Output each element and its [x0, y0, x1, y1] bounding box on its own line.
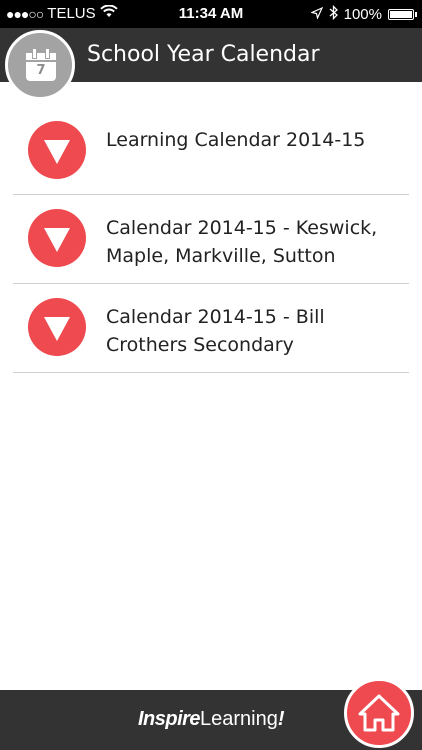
brand-bold: Inspire	[137, 708, 201, 730]
list-item-label: Calendar 2014-15 - Keswick, Maple, Markv…	[106, 214, 396, 270]
list-item-label-line: Learning Calendar 2014-15	[106, 129, 366, 151]
location-arrow-icon	[309, 6, 323, 23]
status-bar: ●●●○○ TELUS 11:34 AM 100%	[0, 0, 422, 28]
calendar-day-number: 7	[36, 63, 46, 78]
bluetooth-icon	[329, 4, 338, 24]
triangle-down-icon[interactable]	[28, 209, 86, 267]
list-item-bill-crothers-calendar[interactable]: Calendar 2014-15 - Bill Crothers Seconda…	[13, 284, 409, 373]
triangle-down-icon[interactable]	[28, 298, 86, 356]
calendar-badge: 7	[5, 30, 75, 100]
list-item-label-line: Calendar 2014-15 - Keswick,	[106, 217, 378, 239]
list-item-learning-calendar[interactable]: Learning Calendar 2014-15	[13, 107, 409, 195]
page-title: School Year Calendar	[87, 42, 320, 67]
brand-light: Learning	[200, 708, 278, 730]
calendar-icon: 7	[26, 48, 56, 81]
status-bar-right: 100%	[309, 4, 417, 24]
brand-mark: !	[277, 708, 285, 730]
list-item-label: Calendar 2014-15 - Bill Crothers Seconda…	[106, 303, 396, 359]
list-item-label-line: Calendar 2014-15 - Bill	[106, 306, 325, 328]
list-item-label-line: Maple, Markville, Sutton	[106, 245, 336, 267]
battery-percent: 100%	[343, 6, 382, 23]
list-item-label-line: Crothers Secondary	[106, 334, 294, 356]
list-item-label: Learning Calendar 2014-15	[106, 126, 396, 154]
list-item-keswick-calendar[interactable]: Calendar 2014-15 - Keswick, Maple, Markv…	[13, 195, 409, 284]
battery-icon	[388, 9, 417, 20]
calendar-list: Learning Calendar 2014-15 Calendar 2014-…	[13, 107, 409, 373]
home-button[interactable]	[344, 678, 414, 748]
triangle-down-icon[interactable]	[28, 121, 86, 179]
